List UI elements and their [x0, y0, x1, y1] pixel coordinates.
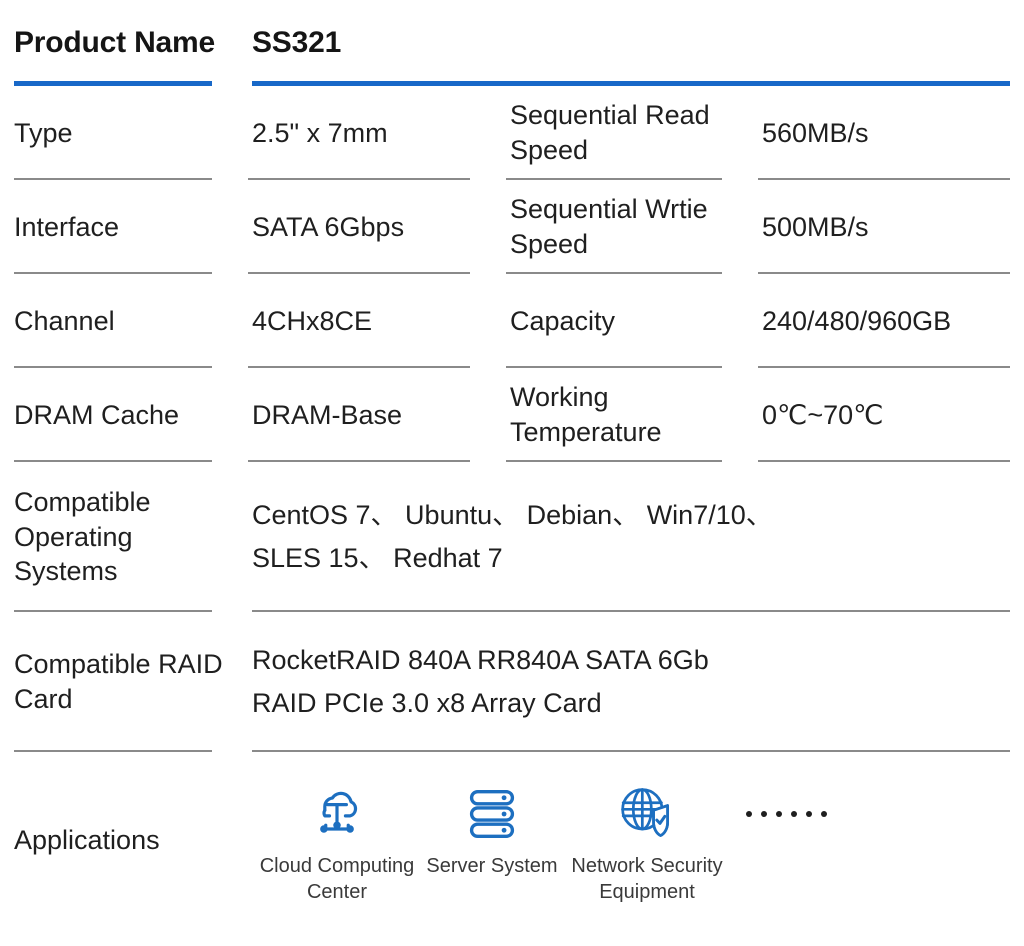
spec-value-line: RAID PCIe 3.0 x8 Array Card [252, 688, 602, 718]
spec-value-cell: SATA 6Gbps [242, 180, 500, 274]
spec-label-cell: Compatible RAID Card [8, 612, 242, 752]
table-row: DRAM Cache DRAM-Base Working Temperature… [8, 368, 1016, 462]
spec-label-2: Capacity [510, 305, 616, 336]
spec-value: RocketRAID 840A RR840A SATA 6Gb RAID PCI… [252, 639, 709, 725]
spec-label-cell-2: Capacity [500, 274, 752, 368]
spec-label: Compatible RAID Card [14, 649, 223, 714]
spec-value-cell: RocketRAID 840A RR840A SATA 6Gb RAID PCI… [242, 612, 1016, 752]
application-caption: Cloud Computing Center [259, 855, 415, 903]
spec-label: Channel [14, 305, 115, 336]
table-row: Channel 4CHx8CE Capacity 240/480/960GB [8, 274, 1016, 368]
spec-value-cell: CentOS 7、 Ubuntu、 Debian、 Win7/10、 SLES … [242, 462, 1016, 612]
spec-header-row: Product Name SS321 [8, 0, 1016, 86]
application-icon-strip: Cloud Computing Center Server System Net… [252, 775, 827, 905]
header-label-cell: Product Name [8, 0, 242, 86]
applications-label-cell: Applications [8, 752, 242, 928]
table-row: Compatible RAID Card RocketRAID 840A RR8… [8, 612, 1016, 752]
ellipsis-dot [821, 811, 827, 817]
spec-value-cell: DRAM-Base [242, 368, 500, 462]
application-caption: Server System [426, 855, 558, 877]
spec-label: DRAM Cache [14, 399, 180, 430]
product-spec-sheet: Product Name SS321 Type 2.5" x 7mm Seque… [0, 0, 1024, 946]
spec-value-cell-2: 0℃~70℃ [752, 368, 1016, 462]
spec-value-2: 240/480/960GB [762, 305, 952, 336]
spec-label-cell: Channel [8, 274, 242, 368]
spec-label-cell: Type [8, 86, 242, 180]
table-row: Compatible Operating Systems CentOS 7、 U… [8, 462, 1016, 612]
ellipsis-dot [746, 811, 752, 817]
spec-label-cell: Interface [8, 180, 242, 274]
application-item-network-security: Network Security Equipment [562, 781, 732, 905]
page-title: Product Name [14, 26, 215, 59]
spec-value: CentOS 7、 Ubuntu、 Debian、 Win7/10、 SLES … [252, 494, 773, 580]
spec-label-cell-2: Sequential Read Speed [500, 86, 752, 180]
spec-value-2: 500MB/s [762, 211, 869, 242]
more-applications-ellipsis [746, 781, 827, 847]
applications-row: Applications Cloud Computing Center Serv… [8, 752, 1016, 928]
spec-value-2: 560MB/s [762, 117, 869, 148]
spec-label: Type [14, 117, 73, 148]
spec-value-cell-2: 240/480/960GB [752, 274, 1016, 368]
table-row: Interface SATA 6Gbps Sequential Wrtie Sp… [8, 180, 1016, 274]
spec-label-cell: DRAM Cache [8, 368, 242, 462]
spec-label-2: Sequential Read Speed [510, 100, 710, 165]
spec-label-cell: Compatible Operating Systems [8, 462, 242, 612]
spec-value: 4CHx8CE [252, 305, 373, 336]
ellipsis-dot [776, 811, 782, 817]
application-item-cloud-computing: Cloud Computing Center [252, 781, 422, 905]
spec-value-cell: 2.5" x 7mm [242, 86, 500, 180]
ellipsis-dot [806, 811, 812, 817]
spec-value-line: RocketRAID 840A RR840A SATA 6Gb [252, 644, 709, 675]
spec-value-cell: 4CHx8CE [242, 274, 500, 368]
spec-value-2: 0℃~70℃ [762, 399, 884, 430]
spec-label: Applications [14, 824, 160, 855]
product-model-name: SS321 [252, 26, 342, 59]
network-security-globe-shield-icon [616, 781, 678, 847]
spec-label-2: Sequential Wrtie Speed [510, 194, 708, 259]
server-stack-icon [466, 781, 518, 847]
ellipsis-dot [761, 811, 767, 817]
applications-value-cell: Cloud Computing Center Server System Net… [242, 752, 1016, 928]
spec-label: Interface [14, 211, 120, 242]
ellipsis-dot [791, 811, 797, 817]
spec-value: DRAM-Base [252, 399, 403, 430]
spec-value: SATA 6Gbps [252, 211, 405, 242]
spec-value-line: SLES 15、 Redhat 7 [252, 543, 503, 573]
spec-value-cell-2: 500MB/s [752, 180, 1016, 274]
spec-value-cell-2: 560MB/s [752, 86, 1016, 180]
spec-label-cell-2: Working Temperature [500, 368, 752, 462]
spec-label: Compatible Operating Systems [14, 487, 151, 587]
cloud-computing-icon [307, 781, 367, 847]
header-value-cell: SS321 [242, 0, 1016, 86]
spec-value: 2.5" x 7mm [252, 117, 388, 148]
spec-value-line: CentOS 7、 Ubuntu、 Debian、 Win7/10、 [252, 499, 773, 530]
application-caption: Network Security Equipment [571, 855, 723, 903]
spec-label-cell-2: Sequential Wrtie Speed [500, 180, 752, 274]
spec-label-2: Working Temperature [510, 382, 662, 447]
application-item-server-system: Server System [422, 781, 562, 879]
table-row: Type 2.5" x 7mm Sequential Read Speed 56… [8, 86, 1016, 180]
